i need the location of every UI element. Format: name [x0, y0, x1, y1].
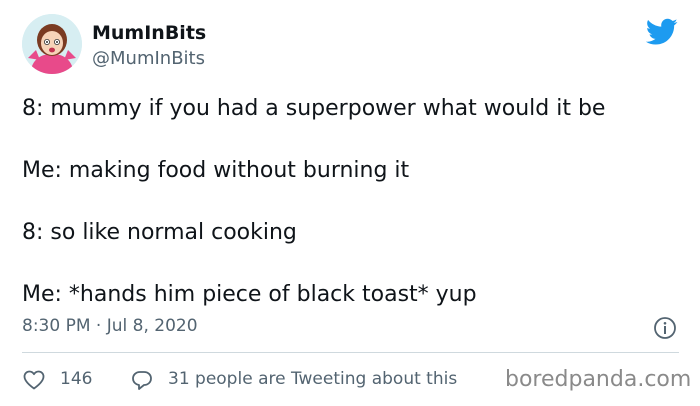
tweet-line: Me: *hands him piece of black toast* yup — [22, 282, 477, 307]
avatar[interactable] — [22, 14, 82, 74]
twitter-bird-icon[interactable] — [645, 18, 678, 46]
avatar-illustration — [22, 14, 82, 74]
tweet-line: 8: mummy if you had a superpower what wo… — [22, 96, 606, 121]
tweet-text: 8: mummy if you had a superpower what wo… — [22, 94, 692, 342]
tweet-line: Me: making food without burning it — [22, 158, 410, 183]
tweet-timestamp[interactable]: 8:30 PM · Jul 8, 2020 — [22, 316, 198, 336]
author-display-name[interactable]: MumInBits — [92, 22, 206, 44]
author-handle[interactable]: @MumInBits — [92, 48, 205, 69]
info-icon[interactable] — [653, 316, 677, 340]
tweet-line: 8: so like normal cooking — [22, 220, 297, 245]
divider — [22, 352, 679, 353]
heart-icon[interactable] — [22, 368, 46, 392]
watermark: boredpanda.com — [505, 367, 692, 392]
reply-bubble-icon[interactable] — [130, 368, 154, 392]
like-count[interactable]: 146 — [60, 369, 92, 389]
tweeting-about-link[interactable]: 31 people are Tweeting about this — [168, 369, 457, 389]
